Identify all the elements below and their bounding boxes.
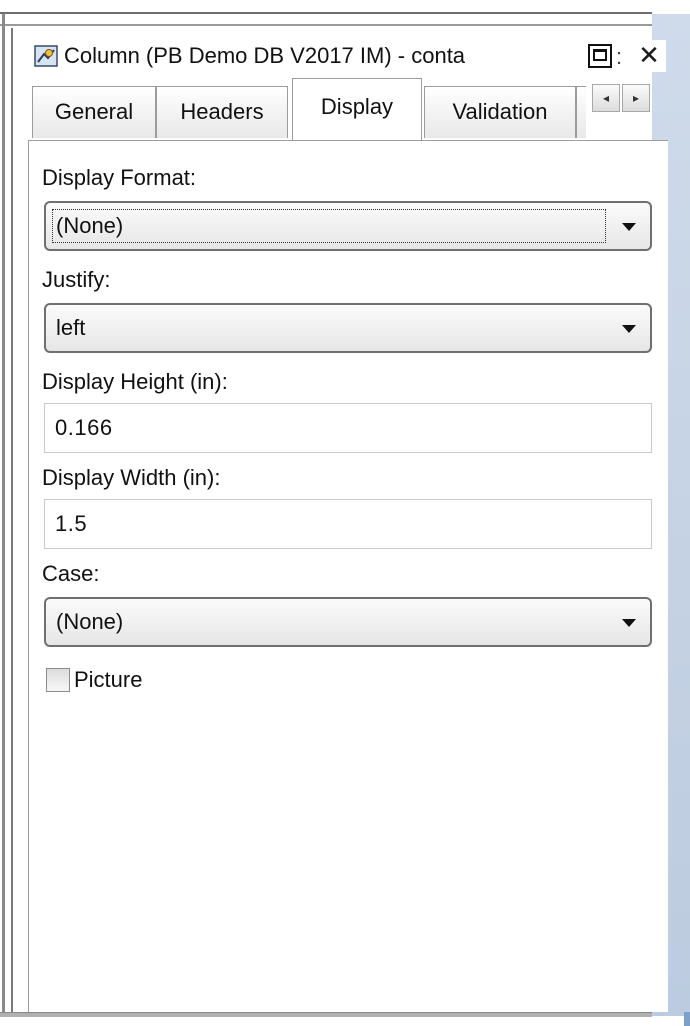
tab-validation[interactable]: Validation — [424, 86, 576, 138]
chevron-down-icon — [622, 325, 636, 333]
display-height-value: 0.166 — [55, 415, 113, 440]
display-height-label: Display Height (in): — [42, 369, 228, 394]
splitter-bar[interactable] — [11, 28, 13, 1016]
title-bar: Column (PB Demo DB V2017 IM) - conta : ✕ — [28, 40, 666, 72]
display-tab-panel — [28, 140, 668, 1012]
display-format-value: (None) — [56, 213, 124, 238]
display-width-label: Display Width (in): — [42, 465, 221, 490]
tab-scroll-left-icon[interactable]: ◂ — [592, 84, 620, 112]
tab-display[interactable]: Display — [292, 78, 422, 140]
case-label: Case: — [42, 561, 100, 586]
display-format-label: Display Format: — [42, 165, 197, 190]
outer-frame-bottom — [0, 1012, 652, 1017]
chevron-down-icon — [622, 619, 636, 627]
column-properties-icon — [34, 45, 58, 67]
close-icon[interactable]: ✕ — [634, 43, 664, 69]
tab-overflow-partial[interactable] — [576, 86, 586, 138]
picture-checkbox[interactable] — [46, 668, 70, 692]
justify-dropdown[interactable]: left — [44, 303, 652, 353]
focus-rectangle — [52, 209, 606, 243]
window-title: Column (PB Demo DB V2017 IM) - conta — [64, 43, 466, 68]
tab-scroll-right-icon[interactable]: ▸ — [622, 84, 650, 112]
justify-value: left — [56, 315, 86, 340]
outer-frame-left — [2, 14, 5, 1016]
tab-general[interactable]: General — [32, 86, 156, 138]
picture-label[interactable]: Picture — [74, 666, 142, 694]
tab-headers[interactable]: Headers — [156, 86, 288, 138]
case-dropdown[interactable]: (None) — [44, 597, 652, 647]
outer-frame-top — [0, 12, 652, 26]
case-value: (None) — [56, 609, 124, 634]
title-separator: : — [616, 44, 623, 69]
display-height-field[interactable]: 0.166 — [44, 403, 652, 453]
display-width-field[interactable]: 1.5 — [44, 499, 652, 549]
display-format-dropdown[interactable]: (None) — [44, 201, 652, 251]
chevron-down-icon — [622, 223, 636, 231]
resize-grip[interactable] — [684, 1012, 690, 1026]
tab-strip: General Headers Display Validation ◂ ▸ — [28, 78, 668, 142]
display-width-value: 1.5 — [55, 511, 88, 536]
maximize-icon[interactable] — [588, 44, 612, 68]
justify-label: Justify: — [42, 267, 111, 292]
